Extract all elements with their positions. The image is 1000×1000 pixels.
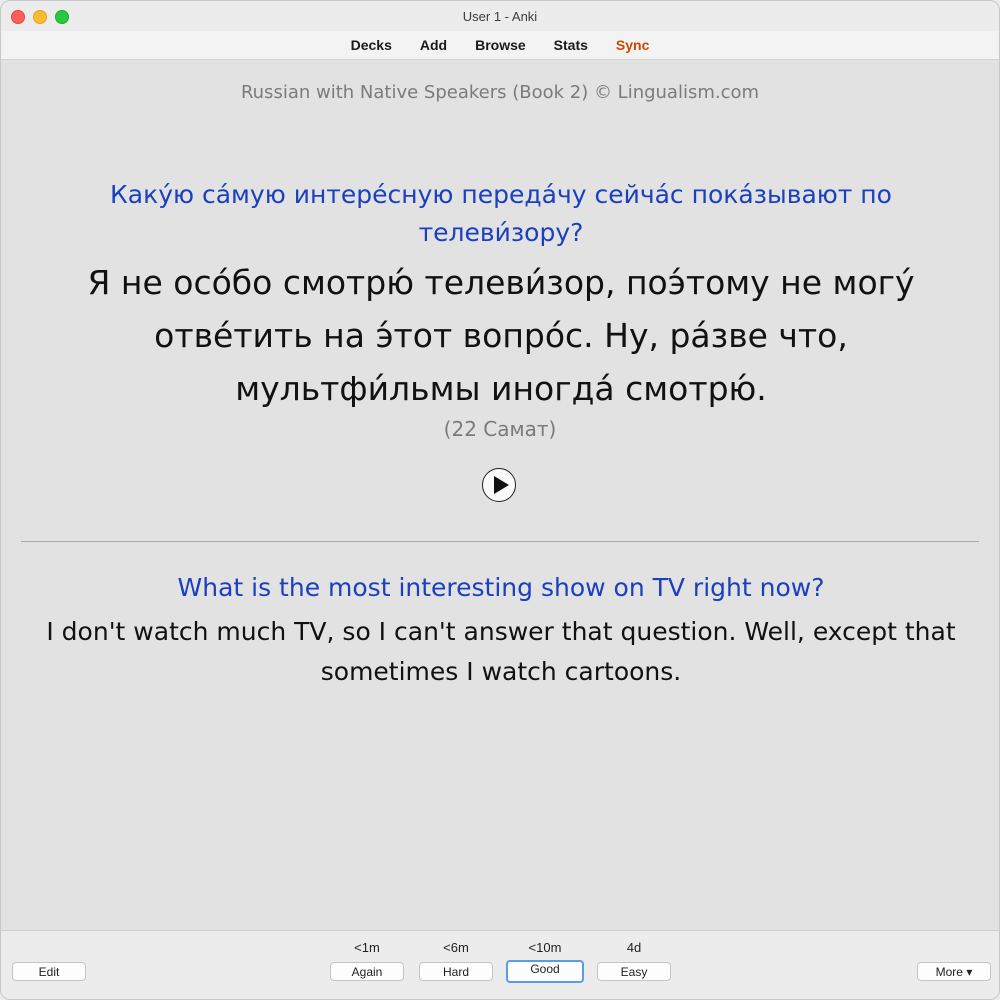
play-audio-icon[interactable]: [482, 468, 516, 502]
review-bar: Edit <1m Again <6m Hard <10m Good 4d Eas…: [1, 930, 999, 999]
deck-source-credit: Russian with Native Speakers (Book 2) © …: [240, 82, 760, 103]
decks-link[interactable]: Decks: [337, 37, 406, 53]
card-content: Russian with Native Speakers (Book 2) © …: [1, 60, 999, 930]
maximize-window-button[interactable]: [55, 10, 69, 24]
speaker-label: (22 Самат): [443, 417, 557, 441]
again-button[interactable]: Again: [330, 962, 404, 981]
hard-button[interactable]: Hard: [419, 962, 493, 981]
edit-button[interactable]: Edit: [12, 962, 86, 981]
sync-link[interactable]: Sync: [602, 37, 663, 53]
window-title: User 1 - Anki: [462, 8, 538, 24]
good-button[interactable]: Good: [506, 960, 584, 983]
close-window-button[interactable]: [11, 10, 25, 24]
easy-button[interactable]: Easy: [597, 962, 671, 981]
title-bar: User 1 - Anki: [1, 1, 999, 31]
good-interval: <10m: [528, 940, 562, 955]
minimize-window-button[interactable]: [33, 10, 47, 24]
anki-window: User 1 - Anki Decks Add Browse Stats Syn…: [0, 0, 1000, 1000]
add-link[interactable]: Add: [406, 37, 461, 53]
answer-english: I don't watch much TV, so I can't answer…: [46, 617, 956, 686]
stats-link[interactable]: Stats: [540, 37, 602, 53]
question-russian: Каку́ю са́мую интере́сную переда́чу сейч…: [110, 180, 892, 247]
hard-interval: <6m: [443, 940, 469, 955]
easy-interval: 4d: [626, 940, 642, 955]
window-controls: [11, 10, 69, 24]
browse-link[interactable]: Browse: [461, 37, 540, 53]
more-button[interactable]: More ▾: [917, 962, 991, 981]
again-interval: <1m: [354, 940, 380, 955]
question-english: What is the most interesting show on TV …: [177, 573, 825, 602]
main-toolbar: Decks Add Browse Stats Sync: [1, 31, 999, 60]
answer-russian: Я не осо́бо смотрю́ телеви́зор, поэ́тому…: [87, 263, 915, 408]
answer-divider: [21, 541, 979, 542]
